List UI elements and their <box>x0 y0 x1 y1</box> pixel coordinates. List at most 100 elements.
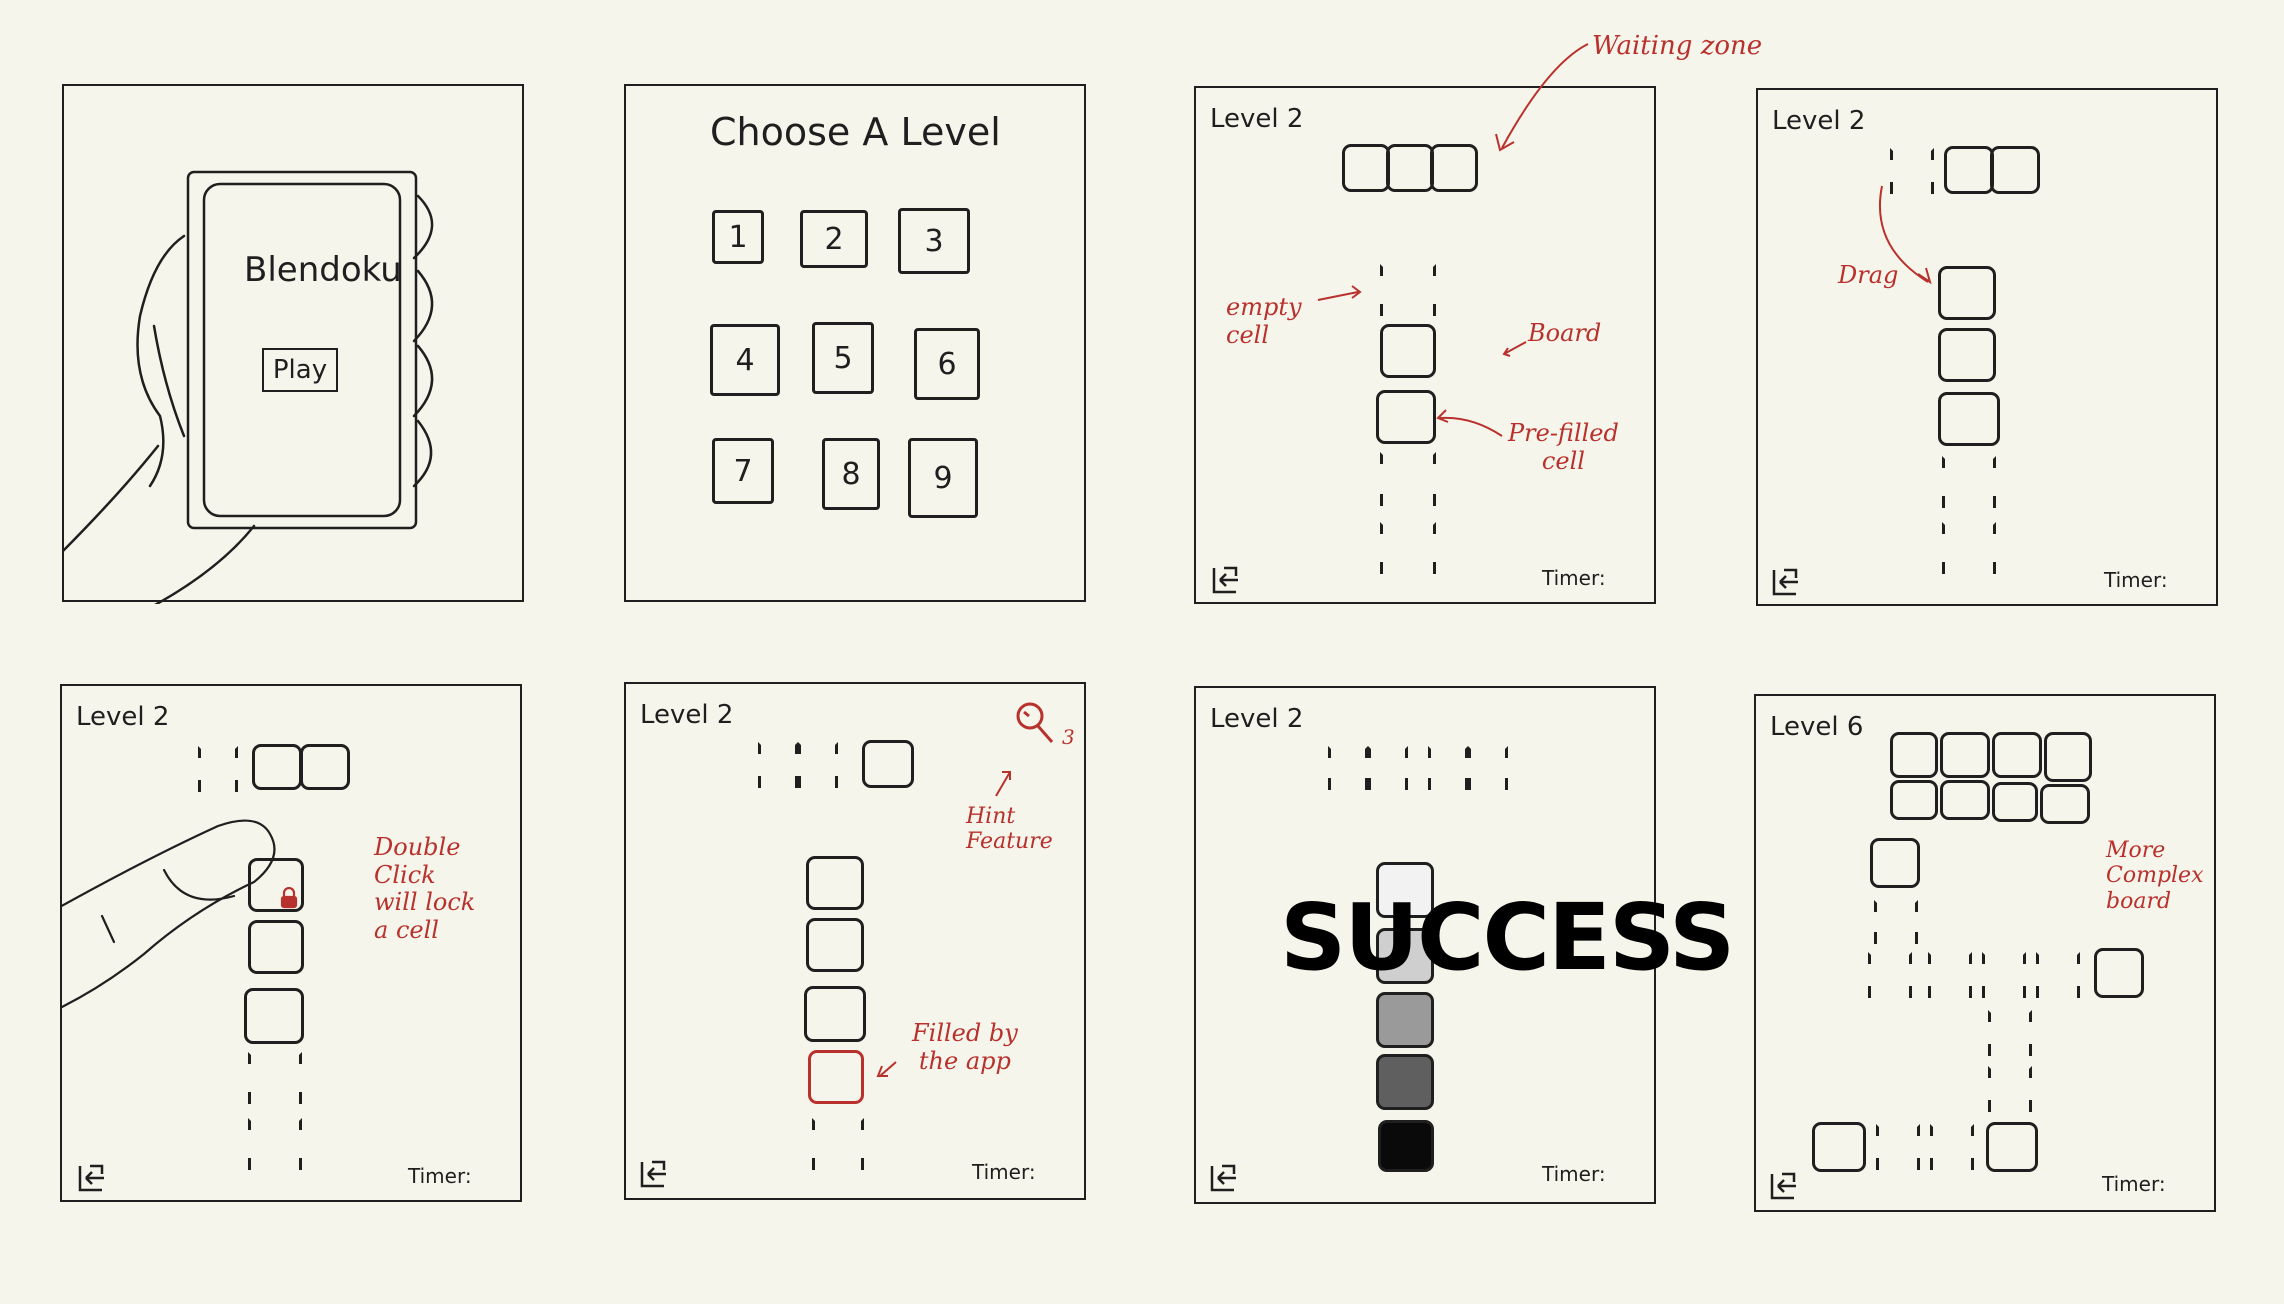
exit-icon[interactable] <box>1768 1170 1800 1202</box>
empty-cell[interactable] <box>1380 452 1436 506</box>
play-button[interactable]: Play <box>262 348 338 392</box>
app-title: Blendoku <box>244 250 402 290</box>
waiting-slot-empty <box>1468 746 1508 790</box>
gradient-cell-4 <box>1376 1054 1434 1110</box>
waiting-cell[interactable] <box>1342 144 1390 192</box>
frame-complex-board: Level 6 More Complex board Timer: <box>1754 694 2216 1212</box>
note-complex: More Complex board <box>2106 838 2204 914</box>
timer-label: Timer: <box>1542 566 1606 590</box>
waiting-cell[interactable] <box>1940 780 1990 820</box>
level-button-2[interactable]: 2 <box>800 210 868 268</box>
empty-cell[interactable] <box>1868 952 1912 998</box>
gradient-cell-3 <box>1376 992 1434 1048</box>
waiting-slot-empty[interactable] <box>798 742 838 788</box>
level-button-1[interactable]: 1 <box>712 210 764 264</box>
board-cell[interactable] <box>806 856 864 910</box>
choose-level-title: Choose A Level <box>710 110 1001 154</box>
success-message: SUCCESS <box>1280 884 1735 991</box>
waiting-cell[interactable] <box>862 740 914 788</box>
waiting-cell[interactable] <box>1890 732 1938 778</box>
empty-cell[interactable] <box>1930 1124 1974 1170</box>
locked-cell[interactable] <box>248 858 304 912</box>
empty-cell[interactable] <box>812 1118 864 1170</box>
frame-hint: Level 2 3 Hint Feature Filled by the app… <box>624 682 1086 1200</box>
frame-drag: Level 2 Timer: Drag <box>1756 88 2218 606</box>
waiting-slot-empty <box>1368 746 1408 790</box>
waiting-slot-empty[interactable] <box>1890 148 1934 194</box>
frame-success: Level 2 SUCCESS Timer: <box>1194 686 1735 1204</box>
waiting-slot-empty[interactable] <box>758 742 798 788</box>
level-label: 8 <box>841 456 861 492</box>
waiting-cell[interactable] <box>1940 732 1990 778</box>
board-cell[interactable] <box>806 918 864 972</box>
board-cell[interactable] <box>1938 328 1996 382</box>
waiting-slot-empty[interactable] <box>198 746 238 792</box>
exit-icon[interactable] <box>638 1158 670 1190</box>
exit-icon[interactable] <box>1210 564 1242 596</box>
level-button-6[interactable]: 6 <box>914 328 980 400</box>
hint-icon[interactable] <box>1014 700 1060 750</box>
timer-label: Timer: <box>1542 1162 1606 1186</box>
board-cell[interactable] <box>248 920 304 974</box>
prefilled-cell <box>1870 838 1920 888</box>
note-lock: Double Click will lock a cell <box>374 833 476 944</box>
waiting-cell[interactable] <box>1386 144 1434 192</box>
waiting-slot-empty <box>1328 746 1368 790</box>
prefilled-cell <box>1938 392 2000 446</box>
waiting-cell[interactable] <box>2044 732 2092 782</box>
waiting-cell[interactable] <box>1890 780 1938 820</box>
waiting-cell[interactable] <box>1944 146 1994 194</box>
empty-cell[interactable] <box>1982 952 2026 998</box>
level-button-5[interactable]: 5 <box>812 322 874 394</box>
level-title: Level 2 <box>76 702 170 732</box>
empty-cell[interactable] <box>2036 952 2080 998</box>
prefilled-cell <box>2094 948 2144 998</box>
level-title: Level 6 <box>1770 712 1864 742</box>
exit-icon[interactable] <box>1208 1162 1240 1194</box>
empty-cell[interactable] <box>1942 456 1996 508</box>
level-button-7[interactable]: 7 <box>712 438 774 504</box>
empty-cell[interactable] <box>1942 522 1996 574</box>
board-cell[interactable] <box>1380 324 1436 378</box>
frame-choose-level: Choose A Level 1 2 3 4 5 6 7 8 9 <box>624 84 1086 602</box>
exit-icon[interactable] <box>1770 566 1802 598</box>
level-title: Level 2 <box>1210 704 1304 734</box>
note-waiting-zone: Waiting zone <box>1592 31 1763 61</box>
board-cell[interactable] <box>1938 266 1996 320</box>
empty-cell[interactable] <box>1928 952 1972 998</box>
level-button-8[interactable]: 8 <box>822 438 880 510</box>
waiting-cell[interactable] <box>252 744 302 790</box>
empty-cell[interactable] <box>1380 522 1436 574</box>
level-button-4[interactable]: 4 <box>710 324 780 396</box>
waiting-cell[interactable] <box>1992 732 2042 778</box>
prefilled-cell <box>244 988 304 1044</box>
level-button-3[interactable]: 3 <box>898 208 970 274</box>
frame-lock-cell: Level 2 Timer: Double Click will lock a … <box>60 684 522 1202</box>
level-label: 2 <box>824 221 844 257</box>
note-hint: Hint Feature <box>966 804 1053 855</box>
frame-home: Blendoku Play <box>62 84 524 604</box>
empty-cell[interactable] <box>1874 900 1918 944</box>
exit-icon[interactable] <box>76 1162 108 1194</box>
empty-cell[interactable] <box>1988 1066 2032 1112</box>
empty-cell[interactable] <box>248 1118 302 1170</box>
note-drag: Drag <box>1838 261 1899 289</box>
waiting-cell[interactable] <box>1990 146 2040 194</box>
empty-cell[interactable] <box>1876 1124 1920 1170</box>
prefilled-cell <box>804 986 866 1042</box>
level-label: 3 <box>924 223 944 259</box>
waiting-cell[interactable] <box>2040 784 2090 824</box>
frame-level-overview: Level 2 Timer: empty cell Board Pre-fill… <box>1194 86 1656 604</box>
waiting-cell[interactable] <box>1430 144 1478 192</box>
waiting-cell[interactable] <box>300 744 350 790</box>
level-label: 7 <box>733 453 753 489</box>
level-button-9[interactable]: 9 <box>908 438 978 518</box>
empty-cell[interactable] <box>1380 264 1436 316</box>
level-label: 9 <box>933 460 953 496</box>
level-label: 6 <box>937 346 957 382</box>
level-title: Level 2 <box>1210 104 1304 134</box>
empty-cell[interactable] <box>1988 1010 2032 1056</box>
waiting-cell[interactable] <box>1992 782 2038 822</box>
empty-cell[interactable] <box>248 1052 302 1104</box>
timer-label: Timer: <box>2104 568 2168 592</box>
